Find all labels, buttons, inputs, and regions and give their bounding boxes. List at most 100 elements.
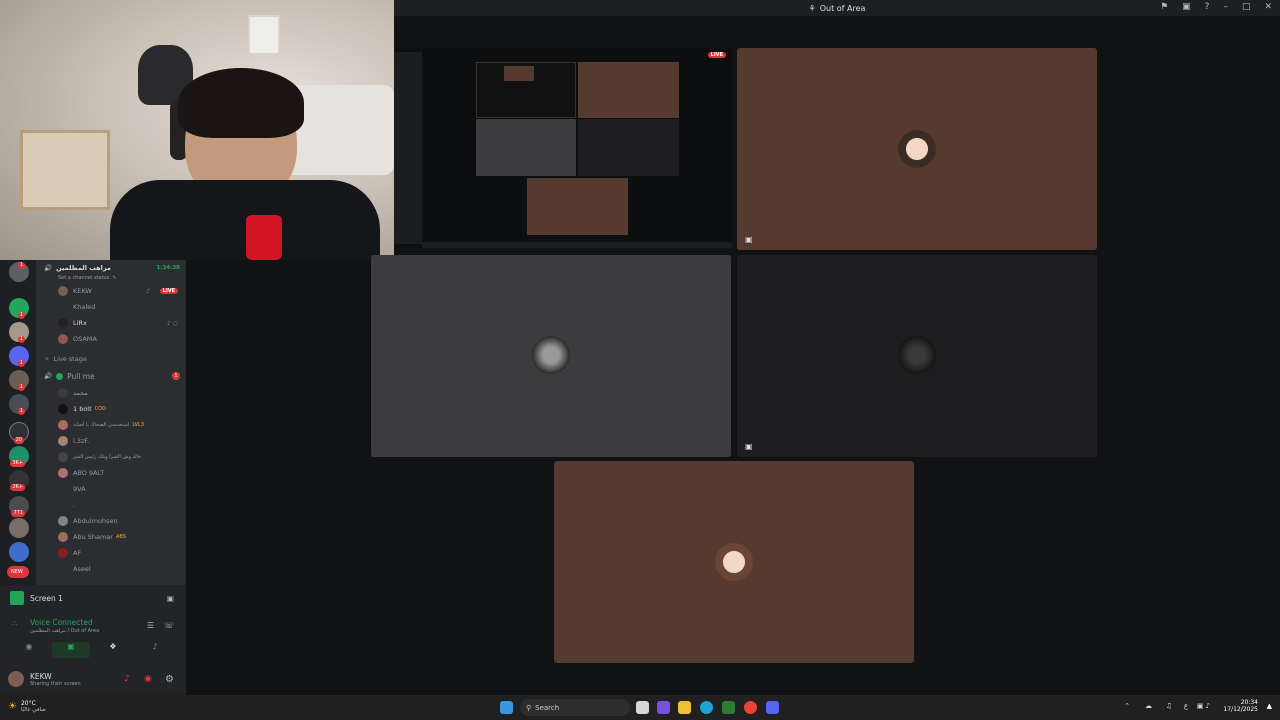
list-item[interactable]: Abu Shamar ABS [36, 529, 186, 545]
voice-status[interactable]: Voice Connected [30, 618, 93, 627]
start-button[interactable] [500, 701, 513, 714]
avatar [58, 468, 68, 478]
mic-muted-icon: ♪ [146, 287, 150, 295]
stage-channel[interactable]: ✧ Live stage [36, 351, 186, 367]
list-item[interactable]: Khaled [36, 299, 186, 315]
server-icon[interactable]: 1 [9, 262, 29, 282]
minimize-button[interactable]: – [1223, 2, 1228, 12]
search-box[interactable]: ⚲ Search [520, 699, 630, 716]
xbox-icon[interactable] [722, 701, 735, 714]
server-icon[interactable] [9, 542, 29, 562]
voice-location[interactable]: مراهب المظلمين / Out of Area [30, 628, 99, 634]
stream-mini-tile [504, 66, 534, 81]
new-server-badge[interactable]: NEW [7, 566, 29, 578]
avatar [898, 336, 936, 374]
screen-share-icon [10, 591, 24, 605]
disconnect-icon[interactable]: ☏ [164, 621, 174, 630]
live-badge: LIVE [159, 288, 178, 294]
avatar [58, 532, 68, 542]
task-view-icon[interactable] [636, 701, 649, 714]
tray-app-icon[interactable]: ☁ [1145, 702, 1152, 710]
list-item[interactable]: خالد وش الشرا ويلك رئيس الشر [36, 449, 186, 465]
participant-tile[interactable]: ▣ [737, 48, 1097, 250]
headset-muted-icon[interactable]: ◉ [144, 674, 152, 684]
member-tag: LVL3 [132, 422, 144, 428]
network-icon[interactable]: ▣ ♪ [1197, 702, 1210, 710]
avatar [898, 130, 936, 168]
maximize-button[interactable]: □ [1242, 2, 1251, 12]
stream-tile[interactable]: LIVE [394, 48, 732, 248]
avatar [58, 548, 68, 558]
participant-tile[interactable]: ▣ [737, 255, 1097, 457]
inbox-icon[interactable]: ⚑ [1160, 2, 1168, 12]
server-icon[interactable]: 1 [9, 298, 29, 319]
copilot-icon[interactable] [657, 701, 670, 714]
voice-channel[interactable]: 🔊 Pull me 1 [36, 368, 186, 384]
list-item[interactable]: 1 bolt COD [36, 401, 186, 417]
monitor-icon[interactable]: ▣ [167, 594, 174, 603]
list-item[interactable]: Aseel [36, 561, 186, 577]
share-screen-button[interactable]: ▣ [52, 642, 90, 658]
weather-icon: ☀ [8, 701, 17, 712]
list-item[interactable]: 9VA [36, 481, 186, 497]
member-tag: COD [94, 406, 106, 412]
server-badge: 1 [17, 312, 25, 319]
list-item[interactable]: LiRx ♪ ○ [36, 315, 186, 331]
weather-widget[interactable]: ☀ 20°C صافي غالبًا [8, 700, 46, 713]
server-icon[interactable]: 771 [9, 496, 29, 517]
stream-mini-sidebar [394, 52, 422, 244]
list-item[interactable]: محمد [36, 385, 186, 401]
list-item[interactable]: استخدمني الضحاك يا أصابة LVL3 [36, 417, 186, 433]
avatar [58, 436, 68, 446]
avatar [58, 484, 68, 494]
list-item[interactable]: Abdulmohsen [36, 513, 186, 529]
server-icon[interactable]: 1 [9, 346, 29, 367]
microphone-tray-icon[interactable]: ♫ [1166, 702, 1172, 710]
window-titlebar: ⚘ Out of Area ⚑ ▣ ? – □ ✕ [394, 0, 1280, 16]
file-explorer-icon[interactable] [678, 701, 691, 714]
language-indicator[interactable]: ع [1184, 702, 1188, 710]
server-icon[interactable]: 20 [9, 422, 29, 444]
list-item[interactable]: ABO 9ALT [36, 465, 186, 481]
pencil-icon: ✎ [112, 275, 117, 281]
list-item[interactable]: KEKW ♪ LIVE [36, 283, 186, 299]
stream-pip-icon[interactable]: ▣ [745, 235, 753, 244]
clock[interactable]: 20:34 17/12/2025 [1223, 699, 1258, 713]
speaker-icon: 🔊 [44, 372, 53, 380]
server-icon[interactable] [9, 518, 29, 538]
tray-chevron-icon[interactable]: ⌃ [1124, 702, 1130, 710]
participant-tile[interactable] [371, 255, 731, 457]
avatar [58, 302, 68, 312]
list-item[interactable]: OSAMA [36, 331, 186, 347]
live-badge: LIVE [707, 52, 726, 58]
server-icon[interactable]: 1 [9, 322, 29, 343]
camera-button[interactable]: ◉ [10, 642, 48, 658]
stream-pip-icon[interactable]: ▣ [745, 442, 753, 451]
edge-icon[interactable] [700, 701, 713, 714]
notification-icon[interactable]: ▲ [1267, 702, 1272, 710]
list-item[interactable]: l.3zF. [36, 433, 186, 449]
discord-icon[interactable] [766, 701, 779, 714]
chrome-icon[interactable] [744, 701, 757, 714]
server-icon[interactable]: 2K+ [9, 470, 29, 491]
screen-share-panel[interactable]: Screen 1 ▣ [0, 585, 186, 611]
activities-button[interactable]: ❖ [94, 642, 132, 658]
stage-icon: ✧ [44, 355, 50, 363]
avatar [715, 543, 753, 581]
screen-icon[interactable]: ▣ [1182, 2, 1191, 12]
list-item[interactable]: AF [36, 545, 186, 561]
server-icon[interactable]: 3K+ [9, 446, 29, 467]
help-icon[interactable]: ? [1205, 2, 1210, 12]
soundboard-button[interactable]: ♪ [136, 642, 174, 658]
server-icon[interactable]: 1 [9, 370, 29, 391]
webcam-overlay [0, 0, 394, 260]
user-panel[interactable]: KEKW Sharing their screen ♪ ◉ ⚙ [0, 663, 186, 695]
participant-tile[interactable] [554, 461, 914, 663]
noise-suppression-icon[interactable]: ☰ [147, 621, 154, 630]
mic-muted-icon[interactable]: ♪ [124, 674, 130, 684]
server-badge: 1 [17, 336, 25, 343]
server-icon[interactable]: 1 [9, 394, 29, 415]
gear-icon[interactable]: ⚙ [165, 674, 174, 685]
close-button[interactable]: ✕ [1264, 2, 1272, 12]
list-item[interactable]: . [36, 497, 186, 513]
